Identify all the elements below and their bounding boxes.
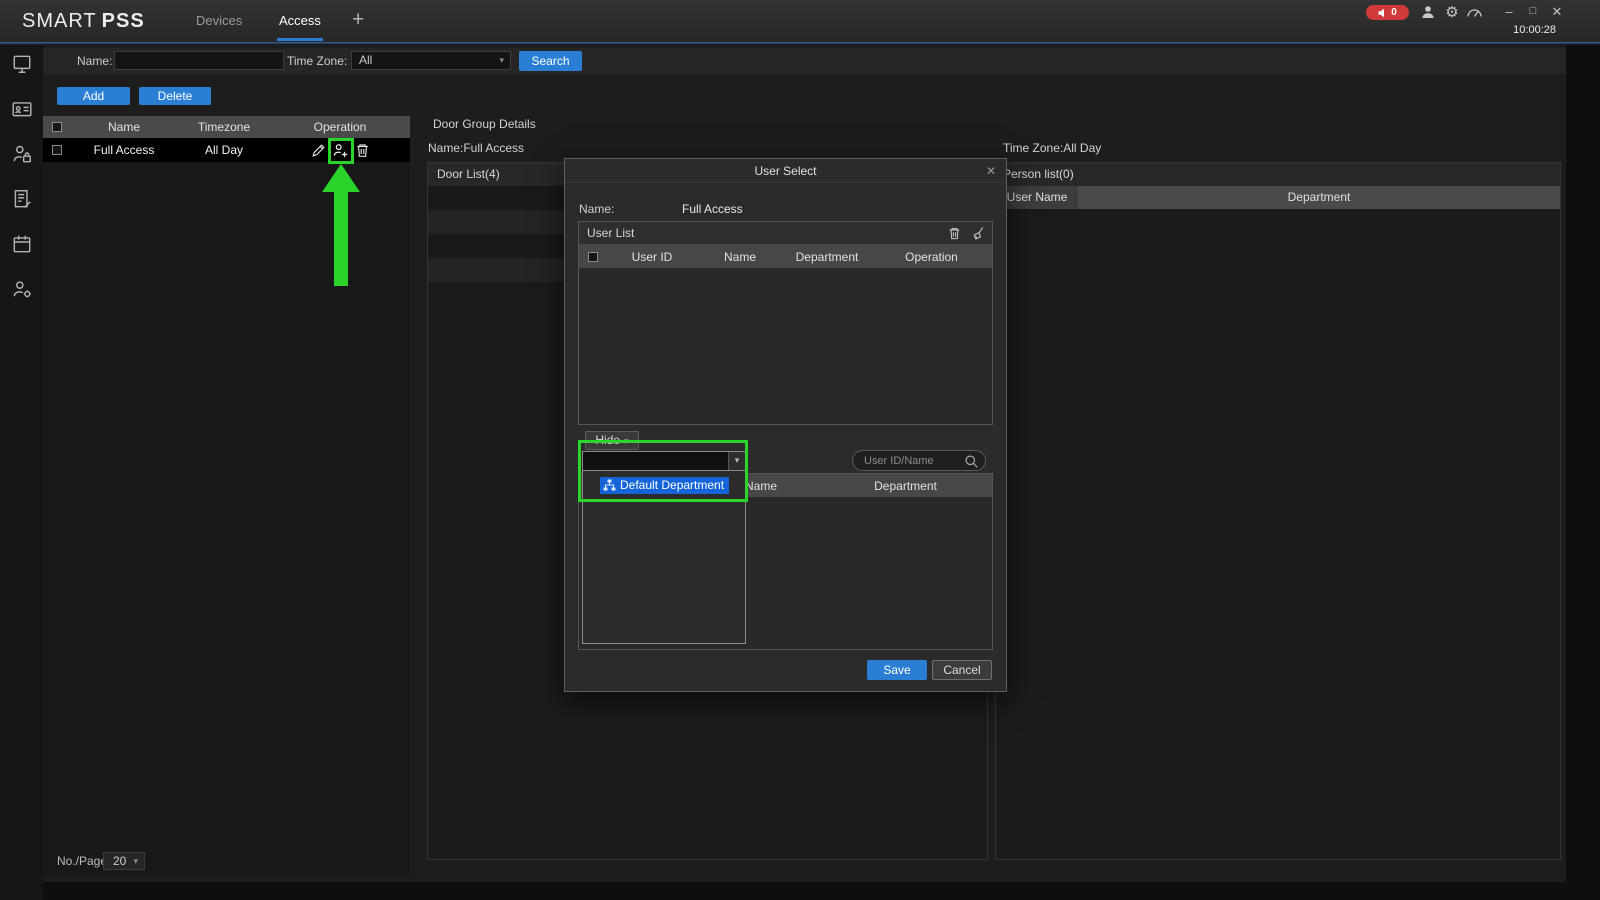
column-header-operation: Operation <box>871 250 992 264</box>
group-timezone-cell: All Day <box>178 143 270 157</box>
user-search-box <box>852 450 986 471</box>
department-dropdown-list: Default Department <box>582 471 746 644</box>
chevron-down-icon: ▾ <box>133 853 138 870</box>
dialog-title: User Select <box>565 159 1006 183</box>
dialog-close-icon[interactable]: ✕ <box>986 164 996 178</box>
user-search-input[interactable] <box>864 453 962 469</box>
user-list-table-header: User ID Name Department Operation <box>579 245 992 268</box>
user-account-icon[interactable] <box>1420 4 1438 22</box>
person-table-header: User Name Department <box>996 186 1560 209</box>
hide-button[interactable]: Hide ▾ <box>585 431 639 450</box>
door-group-list-panel: Name Timezone Operation Full Access All … <box>43 116 410 877</box>
department-option-default[interactable]: Default Department <box>600 477 729 494</box>
close-button[interactable]: ✕ <box>1548 3 1566 21</box>
operation-cell <box>270 142 410 159</box>
log-edit-icon[interactable] <box>11 188 33 210</box>
user-settings-icon[interactable] <box>11 278 33 300</box>
save-button[interactable]: Save <box>867 660 927 680</box>
column-header-department: Department <box>1078 186 1560 209</box>
app-logo: SMARTPSS <box>22 0 145 42</box>
settings-gear-icon[interactable]: ⚙ <box>1443 4 1461 22</box>
org-tree-icon <box>603 479 616 492</box>
department-tree-panel: ▾ Default Department <box>582 451 746 644</box>
column-header-department: Department <box>819 479 992 493</box>
row-checkbox[interactable] <box>52 145 62 155</box>
column-header-timezone: Timezone <box>178 120 270 134</box>
name-filter-input[interactable] <box>114 51 284 70</box>
hide-button-label: Hide <box>595 433 620 447</box>
maximize-button[interactable]: □ <box>1524 3 1542 21</box>
door-group-details-title: Door Group Details <box>433 117 536 131</box>
logo-smart: SMART <box>22 10 97 32</box>
alarm-badge[interactable]: 0 <box>1366 5 1409 20</box>
edit-pencil-icon[interactable] <box>310 142 327 159</box>
column-header-name: Name <box>697 250 783 264</box>
tab-access[interactable]: Access <box>279 0 321 42</box>
pagination-bar: No./Page 20 ▾ <box>43 850 410 874</box>
clear-broom-icon[interactable] <box>971 226 986 241</box>
column-header-user-id: User ID <box>607 250 697 264</box>
timezone-filter-label: Time Zone: <box>287 54 347 68</box>
titlebar-accent-line <box>0 42 1600 45</box>
per-page-label: No./Page <box>57 854 107 868</box>
column-header-operation: Operation <box>270 120 410 134</box>
details-timezone-line: Time Zone:All Day <box>1003 141 1101 155</box>
search-magnifier-icon[interactable] <box>964 454 979 469</box>
delete-trash-icon[interactable] <box>354 142 371 159</box>
add-button[interactable]: Add <box>57 87 130 105</box>
dialog-name-value: Full Access <box>682 202 743 216</box>
add-person-icon[interactable] <box>332 142 349 159</box>
select-all-checkbox[interactable] <box>52 122 62 132</box>
chevron-down-icon: ▾ <box>499 52 504 69</box>
dashboard-gauge-icon[interactable] <box>1466 4 1484 22</box>
card-icon[interactable] <box>11 98 33 120</box>
clock: 10:00:28 <box>1513 24 1556 36</box>
column-header-name: Name <box>70 120 178 134</box>
minimize-button[interactable]: – <box>1500 3 1518 21</box>
filter-bar: Name: Time Zone: All ▾ Search <box>43 48 1566 74</box>
name-filter-label: Name: <box>77 54 112 68</box>
chevron-down-icon: ▾ <box>624 436 629 446</box>
search-button[interactable]: Search <box>519 51 582 71</box>
user-list-label: User List <box>587 226 634 240</box>
person-list-panel: Person list(0) User Name Department <box>995 162 1561 860</box>
delete-trash-icon[interactable] <box>947 226 962 241</box>
group-name-cell: Full Access <box>70 143 178 157</box>
department-option-label: Default Department <box>620 478 724 492</box>
smartpss-window: SMARTPSS Devices Access + 0 ⚙ – □ ✕ 10:0… <box>0 0 1600 900</box>
column-header-user-name: User Name <box>996 186 1078 209</box>
user-list-title-bar: User List <box>579 222 992 245</box>
alarm-count: 0 <box>1391 7 1397 18</box>
details-name-line: Name:Full Access <box>428 141 524 155</box>
calendar-icon[interactable] <box>11 233 33 255</box>
timezone-selected-value: All <box>359 53 372 67</box>
per-page-value: 20 <box>113 854 126 868</box>
logo-pss: PSS <box>102 10 145 32</box>
chevron-down-icon[interactable]: ▾ <box>728 452 745 470</box>
tab-devices[interactable]: Devices <box>196 0 242 42</box>
titlebar: SMARTPSS Devices Access + 0 ⚙ – □ ✕ 10:0… <box>0 0 1600 42</box>
selected-user-list-box: User List User ID Name Department Operat… <box>578 221 993 425</box>
department-combo[interactable]: ▾ <box>582 451 746 471</box>
dialog-name-label: Name: <box>579 202 614 216</box>
group-table-header: Name Timezone Operation <box>43 116 410 138</box>
per-page-select[interactable]: 20 ▾ <box>103 852 145 870</box>
access-console-icon[interactable] <box>11 53 33 75</box>
speaker-icon <box>1378 8 1387 18</box>
new-tab-button[interactable]: + <box>352 0 364 42</box>
user-permission-icon[interactable] <box>11 143 33 165</box>
group-row-full-access[interactable]: Full Access All Day <box>43 138 410 162</box>
column-header-department: Department <box>783 250 871 264</box>
timezone-select[interactable]: All ▾ <box>351 51 511 70</box>
select-all-checkbox[interactable] <box>588 252 598 262</box>
module-sidebar <box>0 42 43 900</box>
user-select-dialog: User Select ✕ Name: Full Access User Lis… <box>564 158 1007 692</box>
cancel-button[interactable]: Cancel <box>932 660 992 680</box>
person-list-header: Person list(0) <box>996 163 1560 186</box>
delete-button[interactable]: Delete <box>139 87 211 105</box>
